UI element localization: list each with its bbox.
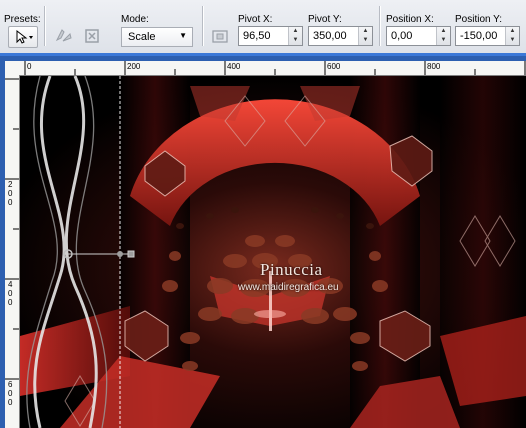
- position-x-value: 0,00: [391, 30, 413, 42]
- ruler-label: 800: [427, 62, 441, 71]
- ruler-label: 4: [8, 280, 13, 289]
- presets-button[interactable]: [8, 26, 38, 48]
- watermark-title: Pinuccia: [260, 260, 323, 279]
- ruler-label: 0: [8, 189, 13, 198]
- ruler-label: 0: [8, 389, 13, 398]
- pointer-icon: [16, 29, 33, 44]
- ruler-label: 200: [127, 62, 141, 71]
- ruler-label: 0: [27, 62, 32, 71]
- image-canvas[interactable]: Pinuccia www.maidiregrafica.eu: [20, 76, 526, 428]
- position-y-value: -150,00: [460, 30, 498, 42]
- pivot-icon: [212, 30, 228, 43]
- ruler-label: 600: [327, 62, 341, 71]
- position-x-label: Position X:: [386, 14, 434, 25]
- ruler-ticks: [5, 78, 19, 380]
- ruler-label: 0: [8, 398, 13, 407]
- pivot-y-value: 350,00: [313, 30, 347, 42]
- toolbar-separator: [202, 6, 204, 46]
- ruler-label: 0: [8, 289, 13, 298]
- toolbar-separator: [379, 6, 381, 46]
- ruler-horizontal[interactable]: 0 200 400 600 800: [19, 61, 526, 76]
- watermark-url: www.maidiregrafica.eu: [238, 282, 339, 293]
- pivot-x-value: 96,50: [243, 30, 271, 42]
- ruler-label: 0: [8, 298, 13, 307]
- rotate-icon: [85, 29, 99, 43]
- flip-icon: [55, 29, 72, 42]
- pivot-x-label: Pivot X:: [238, 14, 273, 25]
- canvas-artwork: [20, 76, 526, 428]
- pivot-x-spinner[interactable]: ▲ ▼: [288, 27, 302, 45]
- toolbar-separator: [44, 6, 46, 46]
- position-x-spinner[interactable]: ▲ ▼: [436, 27, 450, 45]
- position-y-label: Position Y:: [455, 14, 503, 25]
- rotate-button[interactable]: [80, 24, 104, 48]
- mode-value: Scale: [128, 31, 156, 43]
- pivot-y-label: Pivot Y:: [308, 14, 342, 25]
- pivot-y-spinner[interactable]: ▲ ▼: [358, 27, 372, 45]
- chevron-down-icon: ▼: [179, 31, 187, 40]
- position-y-field[interactable]: -150,00 ▲ ▼: [455, 26, 520, 46]
- tool-options-toolbar: Presets: Mode: Scale ▼ Pivot X: 96,50 ▲: [0, 0, 526, 56]
- ruler-label: 0: [8, 198, 13, 207]
- flip-button[interactable]: [52, 24, 76, 48]
- pivot-x-field[interactable]: 96,50 ▲ ▼: [238, 26, 303, 46]
- pivot-button[interactable]: [208, 24, 232, 48]
- ruler-ticks: [24, 61, 526, 75]
- mode-dropdown[interactable]: Scale ▼: [121, 27, 193, 47]
- ruler-label: 400: [227, 62, 241, 71]
- presets-label: Presets:: [4, 14, 41, 25]
- ruler-label: 2: [8, 180, 13, 189]
- ruler-corner: [5, 61, 19, 75]
- position-y-spinner[interactable]: ▲ ▼: [505, 27, 519, 45]
- mode-label: Mode:: [121, 14, 149, 25]
- position-x-field[interactable]: 0,00 ▲ ▼: [386, 26, 451, 46]
- pivot-y-field[interactable]: 350,00 ▲ ▼: [308, 26, 373, 46]
- ruler-vertical[interactable]: 2 0 0 4 0 0 6 0 0: [5, 75, 20, 428]
- ruler-label: 6: [8, 380, 13, 389]
